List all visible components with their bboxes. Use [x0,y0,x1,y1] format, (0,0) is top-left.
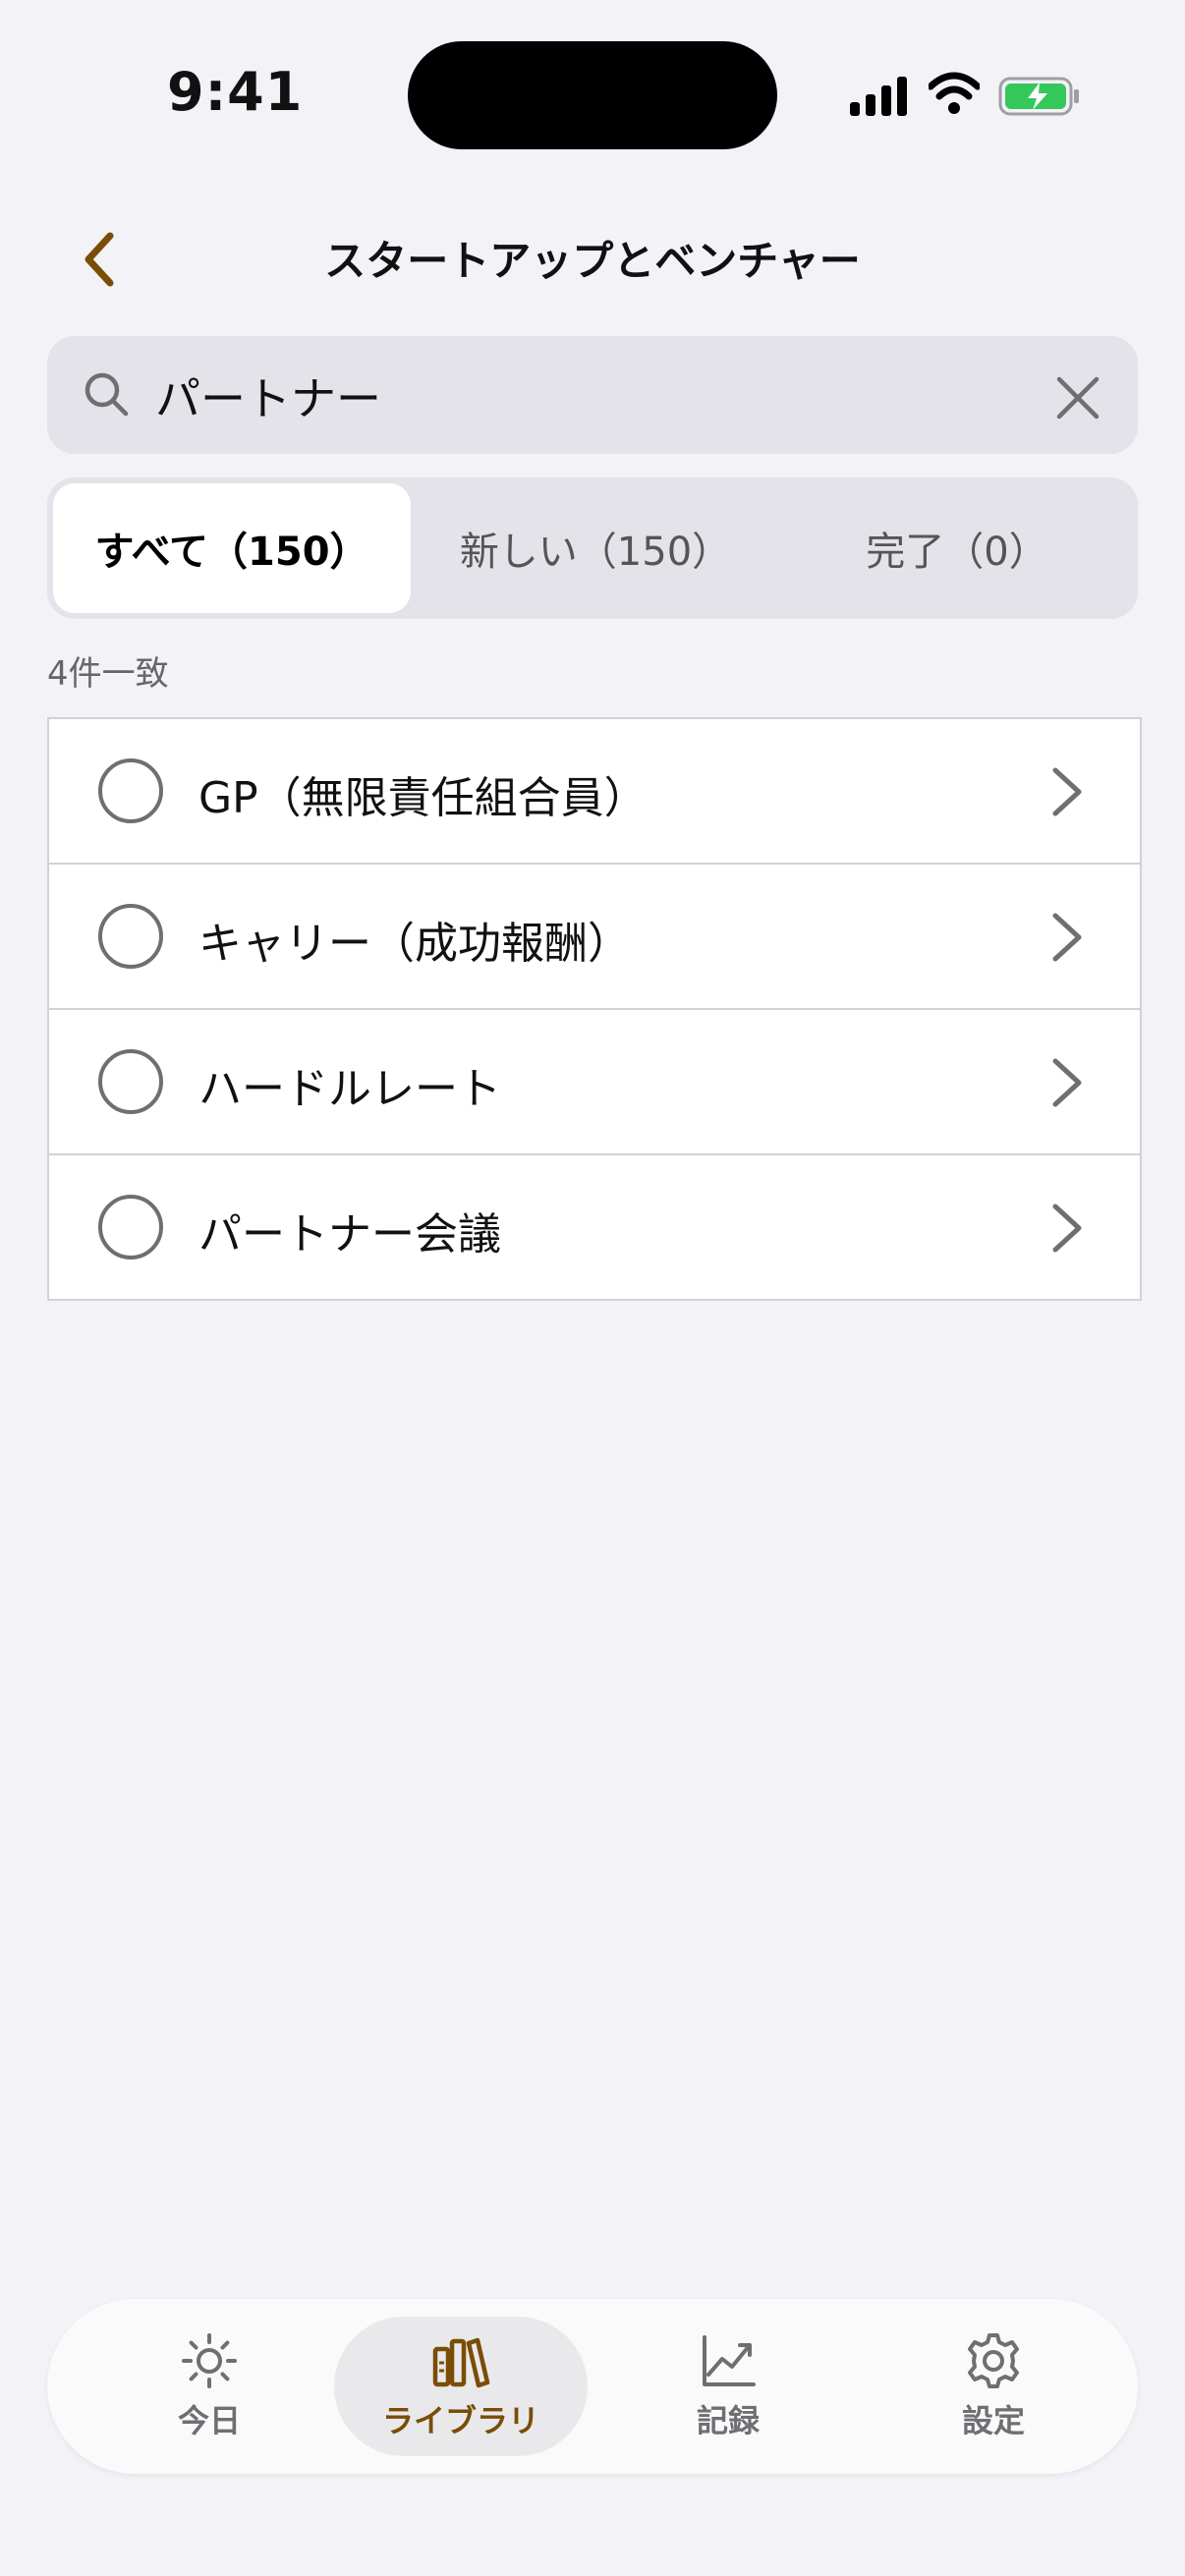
search-icon [85,372,129,417]
tab-bar: 今日 ライブラリ 記録 設定 [47,2299,1138,2474]
radio-circle-icon[interactable] [98,904,163,969]
radio-circle-icon[interactable] [98,1049,163,1114]
list-item[interactable]: ハードルレート [49,1008,1140,1153]
list-item-label: ハードルレート [198,1064,501,1114]
tab-library-label: ライブラリ [381,2402,539,2439]
tab-records-label: 記録 [696,2402,760,2439]
segment-completed[interactable]: 完了（0） [780,483,1134,613]
search-input[interactable] [155,362,1020,430]
chevron-right-icon [1052,1058,1082,1107]
tab-today-label: 今日 [177,2402,241,2439]
chart-icon [703,2335,756,2386]
list-item[interactable]: GP（無限責任組合員） [49,719,1140,863]
sun-icon [182,2333,237,2388]
tab-library[interactable]: ライブラリ [334,2317,588,2456]
page-title: スタートアップとベンチャー [324,237,861,285]
list-item[interactable]: パートナー会議 [49,1153,1140,1299]
radio-circle-icon[interactable] [98,1195,163,1260]
tab-settings[interactable]: 設定 [867,2317,1120,2456]
tab-today[interactable]: 今日 [83,2317,336,2456]
tab-settings-label: 設定 [961,2402,1025,2439]
gear-icon [968,2333,1019,2388]
cellular-signal-icon [850,77,907,116]
radio-circle-icon[interactable] [98,758,163,823]
list-item-label: キャリー（成功報酬） [198,919,631,969]
filter-segmented-control: すべて（150） 新しい（150） 完了（0） [47,477,1138,619]
status-time: 9:41 [167,61,304,123]
chevron-right-icon [1052,913,1082,962]
tab-records[interactable]: 記録 [601,2317,855,2456]
back-button[interactable] [71,224,126,295]
segment-all[interactable]: すべて（150） [53,483,411,613]
battery-charging-icon [998,77,1079,116]
segment-new[interactable]: 新しい（150） [419,483,772,613]
chevron-right-icon [1052,767,1082,816]
dynamic-island [408,41,777,149]
list-item[interactable]: キャリー（成功報酬） [49,863,1140,1008]
match-count: 4件一致 [47,654,169,694]
list-item-label: GP（無限責任組合員） [198,773,648,823]
clear-icon[interactable] [1051,371,1104,424]
results-list: GP（無限責任組合員） キャリー（成功報酬） ハードルレート パートナー会議 [47,717,1142,1301]
chevron-right-icon [1052,1204,1082,1253]
books-icon [432,2337,490,2388]
back-chevron-icon [85,232,114,287]
list-item-label: パートナー会議 [198,1209,501,1260]
wifi-icon [929,72,980,114]
